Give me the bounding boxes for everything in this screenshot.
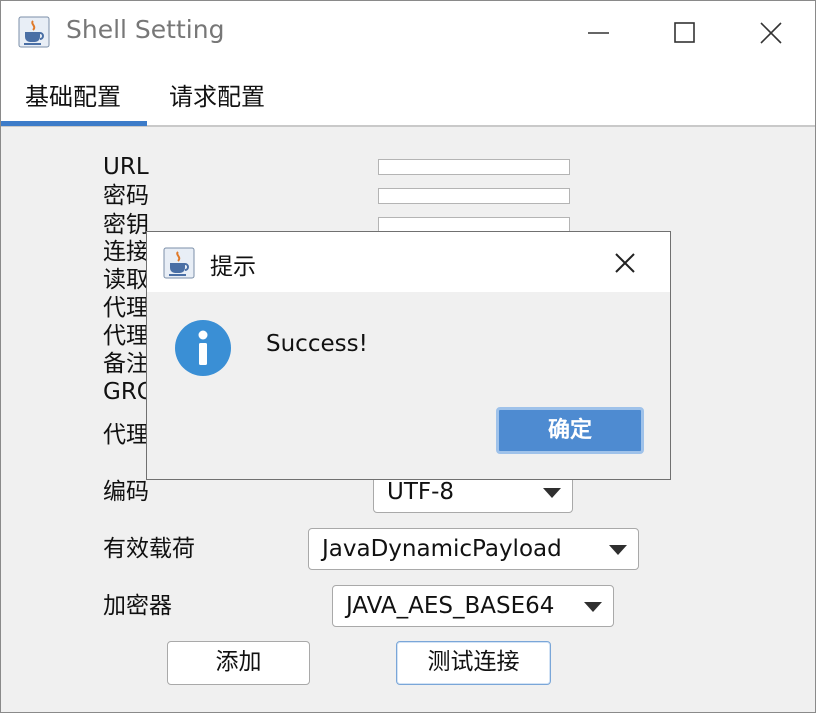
remark-label: 备注 (103, 351, 149, 377)
chevron-down-icon (543, 488, 561, 498)
minimize-icon[interactable] (577, 11, 621, 55)
dialog-titlebar: 提示 (147, 232, 670, 292)
proxy-host-label: 代理 (103, 295, 149, 321)
password-label: 密码 (103, 183, 149, 209)
connect-timeout-label: 连接 (103, 239, 149, 265)
close-icon[interactable] (749, 11, 793, 55)
cryption-value: JAVA_AES_BASE64 (346, 593, 555, 619)
test-connection-button[interactable]: 测试连接 (396, 641, 551, 685)
dialog-title: 提示 (210, 254, 256, 280)
url-label: URL (103, 154, 149, 180)
payload-label: 有效载荷 (103, 536, 195, 562)
ok-button[interactable]: 确定 (496, 407, 644, 454)
cryption-select[interactable]: JAVA_AES_BASE64 (332, 585, 614, 627)
cryption-label: 加密器 (103, 593, 172, 619)
read-timeout-label: 读取 (103, 267, 149, 293)
settings-tabs: 基础配置 请求配置 (1, 63, 815, 127)
url-field[interactable] (378, 159, 570, 175)
add-button[interactable]: 添加 (167, 641, 310, 685)
window-title: Shell Setting (66, 15, 225, 44)
encoding-value: UTF-8 (387, 479, 455, 505)
tab-request-config[interactable]: 请求配置 (169, 77, 265, 112)
key-label: 密钥 (103, 212, 149, 238)
proxy-type-label: 代理 (103, 422, 149, 448)
maximize-icon[interactable] (663, 11, 707, 55)
proxy-port-label: 代理 (103, 323, 149, 349)
message-dialog: 提示 Success! 确定 (146, 231, 671, 480)
chevron-down-icon (609, 545, 627, 555)
chevron-down-icon (584, 602, 602, 612)
window-titlebar: Shell Setting (1, 1, 815, 63)
encoding-label: 编码 (103, 479, 149, 505)
payload-value: JavaDynamicPayload (322, 536, 562, 562)
password-field[interactable] (378, 188, 570, 204)
selected-tab-indicator (1, 121, 147, 126)
dialog-message: Success! (266, 331, 368, 357)
java-coffee-cup-icon (163, 247, 195, 279)
payload-select[interactable]: JavaDynamicPayload (308, 528, 639, 570)
info-icon (175, 320, 231, 376)
java-coffee-cup-icon (18, 16, 50, 48)
tab-basic-config[interactable]: 基础配置 (25, 77, 121, 112)
close-icon[interactable] (609, 247, 641, 279)
